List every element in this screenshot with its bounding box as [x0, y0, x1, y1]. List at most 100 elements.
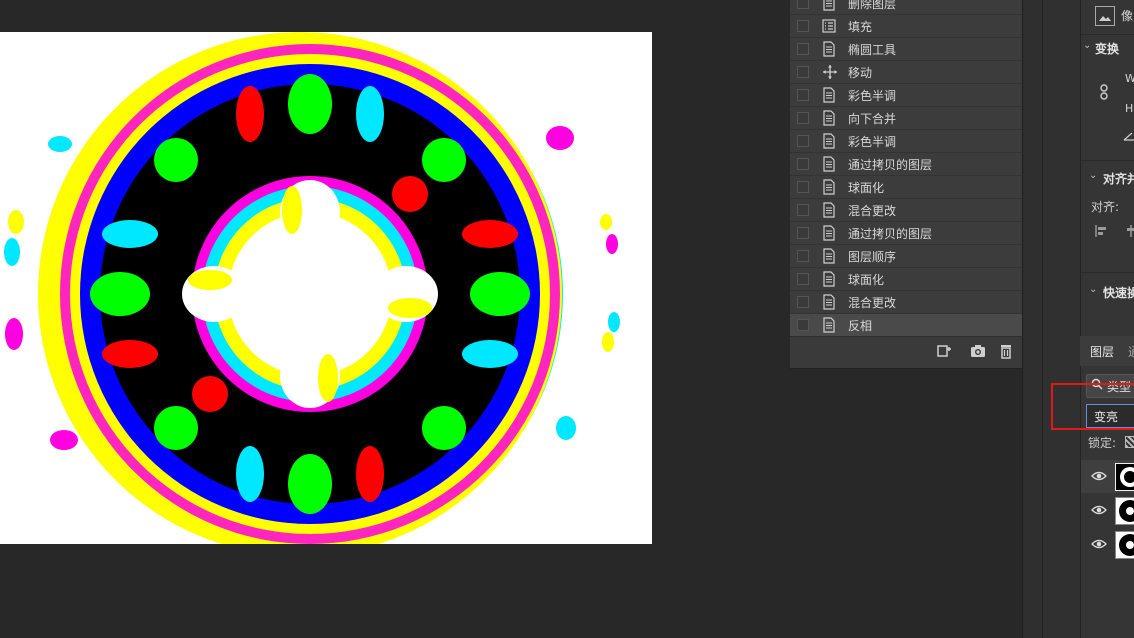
chevron-down-icon[interactable]: ⌄: [1083, 40, 1091, 51]
document-icon: [822, 202, 836, 218]
history-snapshot-checkbox[interactable]: [797, 66, 809, 78]
history-item-label: 椭圆工具: [848, 43, 897, 57]
tab-channels[interactable]: 通: [1128, 343, 1134, 360]
eye-icon[interactable]: [1091, 502, 1107, 518]
document-icon: [822, 271, 836, 287]
history-item-label: 混合更改: [848, 204, 897, 218]
history-item-label: 球面化: [848, 273, 885, 287]
document-icon: [822, 156, 836, 172]
history-snapshot-checkbox[interactable]: [797, 158, 809, 170]
chevron-down-icon[interactable]: ⌄: [1089, 170, 1097, 181]
panel-divider[interactable]: [1042, 0, 1081, 638]
history-item-label: 向下合并: [848, 112, 897, 126]
history-item[interactable]: 通过拷贝的图层: [790, 153, 1024, 176]
history-item[interactable]: 球面化: [790, 268, 1024, 291]
history-item[interactable]: 向下合并: [790, 107, 1024, 130]
history-snapshot-checkbox[interactable]: [797, 20, 809, 32]
list-icon: [822, 18, 836, 34]
link-icon[interactable]: [1099, 84, 1109, 103]
height-label: H: [1125, 102, 1134, 115]
history-item[interactable]: 彩色半调: [790, 84, 1024, 107]
history-item-label: 球面化: [848, 181, 885, 195]
history-snapshot-checkbox[interactable]: [797, 43, 809, 55]
history-item[interactable]: 填充: [790, 15, 1024, 38]
history-item-label: 删除图层: [848, 0, 897, 11]
align-center-icon[interactable]: [1125, 224, 1134, 241]
history-snapshot-checkbox[interactable]: [797, 204, 809, 216]
history-item-label: 彩色半调: [848, 135, 897, 149]
history-snapshot-checkbox[interactable]: [797, 89, 809, 101]
halftone-artwork: [4, 32, 620, 544]
history-item[interactable]: 混合更改: [790, 291, 1024, 314]
panel-gutter: [1022, 0, 1043, 638]
pixel-layer-row: 像: [1081, 0, 1134, 34]
document-icon: [822, 133, 836, 149]
quick-actions-section-title[interactable]: 快速操: [1103, 284, 1134, 301]
history-footer: [790, 336, 1040, 367]
align-section-title[interactable]: 对齐并: [1103, 170, 1134, 187]
trash-icon[interactable]: [998, 343, 1014, 359]
history-item-label: 通过拷贝的图层: [848, 227, 933, 241]
history-item[interactable]: 彩色半调: [790, 130, 1024, 153]
history-item[interactable]: 反相: [790, 314, 1024, 337]
history-item-label: 移动: [848, 66, 873, 80]
history-snapshot-checkbox[interactable]: [797, 227, 809, 239]
history-snapshot-checkbox[interactable]: [797, 0, 809, 9]
move-icon: [822, 64, 837, 80]
highlight-annotation: [1051, 383, 1134, 430]
history-snapshot-checkbox[interactable]: [797, 319, 809, 331]
tab-layers[interactable]: 图层: [1090, 343, 1114, 360]
document-icon: [822, 110, 836, 126]
history-item-label: 通过拷贝的图层: [848, 158, 933, 172]
document-icon: [822, 0, 836, 11]
history-item-label: 彩色半调: [848, 89, 897, 103]
document-icon: [822, 179, 836, 195]
document-icon: [822, 225, 836, 241]
history-item-label: 反相: [848, 319, 873, 333]
history-snapshot-checkbox[interactable]: [797, 112, 809, 124]
eye-icon[interactable]: [1091, 536, 1107, 552]
layer-row[interactable]: [1081, 460, 1134, 493]
image-icon: [1095, 6, 1115, 26]
history-item[interactable]: 通过拷贝的图层: [790, 222, 1024, 245]
eye-icon[interactable]: [1091, 468, 1107, 484]
history-item[interactable]: 椭圆工具: [790, 38, 1024, 61]
history-item[interactable]: 删除图层: [790, 0, 1024, 15]
document-icon: [822, 294, 836, 310]
layer-thumbnail: [1115, 531, 1134, 559]
document-image[interactable]: [0, 32, 652, 544]
history-snapshot-checkbox[interactable]: [797, 250, 809, 262]
document-icon: [822, 41, 836, 57]
history-snapshot-checkbox[interactable]: [797, 135, 809, 147]
layer-thumbnail: [1115, 497, 1134, 525]
lock-label: 锁定:: [1088, 436, 1117, 450]
pixel-layer-label: 像: [1121, 9, 1134, 23]
history-item[interactable]: 球面化: [790, 176, 1024, 199]
history-item-label: 填充: [848, 20, 873, 34]
angle-icon: [1123, 130, 1134, 144]
history-item-label: 混合更改: [848, 296, 897, 310]
width-label: W: [1125, 72, 1134, 85]
document-icon: [822, 87, 836, 103]
align-left-icon[interactable]: [1095, 224, 1109, 241]
chevron-down-icon[interactable]: ⌄: [1089, 284, 1097, 295]
history-item[interactable]: 移动: [790, 61, 1024, 84]
lock-transparent-pixels-icon[interactable]: [1125, 436, 1134, 448]
transform-section-title[interactable]: 变换: [1095, 40, 1119, 57]
layer-row[interactable]: [1081, 528, 1134, 561]
history-item[interactable]: 图层顺序: [790, 245, 1024, 268]
new-document-from-state-icon[interactable]: [936, 343, 952, 359]
history-item[interactable]: 混合更改: [790, 199, 1024, 222]
camera-icon[interactable]: [970, 343, 986, 359]
history-panel: 删除图层 填充 椭圆工具 移动 彩色半调 向下合并 彩色半调 通过拷贝的图层 球面化 混合更改 通过…: [790, 0, 1041, 369]
document-icon: [822, 317, 836, 333]
history-item-label: 图层顺序: [848, 250, 897, 264]
layers-tab-bar: 图层 通: [1080, 336, 1134, 366]
layer-row[interactable]: [1081, 494, 1134, 527]
history-snapshot-checkbox[interactable]: [797, 181, 809, 193]
align-label: 对齐:: [1091, 200, 1120, 214]
document-icon: [822, 248, 836, 264]
history-snapshot-checkbox[interactable]: [797, 273, 809, 285]
history-snapshot-checkbox[interactable]: [797, 296, 809, 308]
layer-thumbnail: [1115, 463, 1134, 491]
